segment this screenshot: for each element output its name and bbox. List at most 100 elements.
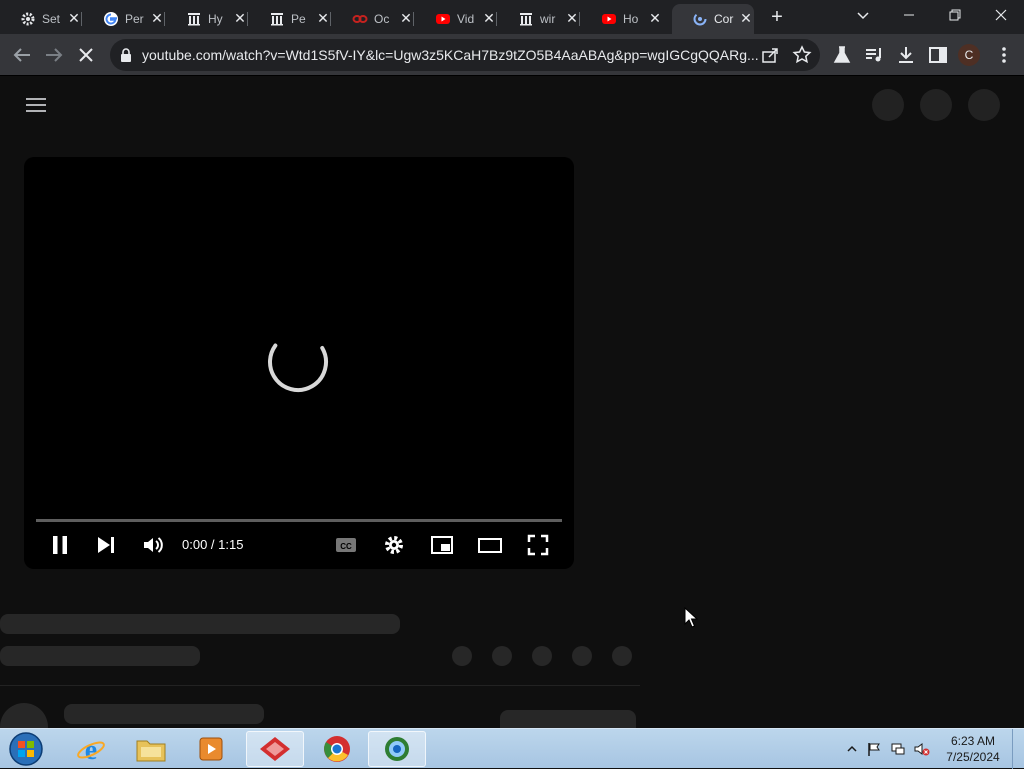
system-clock[interactable]: 6:23 AM 7/25/2024 [930,733,1016,765]
tab-separator [330,12,331,26]
close-icon[interactable]: ✕ [564,10,580,26]
youtube-icon [436,14,450,24]
tab-search-button[interactable] [840,0,886,30]
download-icon[interactable] [894,43,918,67]
gear-icon [21,12,35,26]
tab-title: Oc [374,12,390,26]
hamburger-menu-icon[interactable] [26,97,46,113]
section-divider [0,685,640,686]
taskbar-app-red[interactable] [246,731,304,767]
volume-muted-icon[interactable] [914,741,930,757]
address-bar[interactable]: youtube.com/watch?v=Wtd1S5fV-IY&lc=Ugw3z… [110,39,820,71]
next-icon[interactable] [94,533,118,557]
tab-library-2[interactable]: Pe ✕ [249,4,331,34]
tab-title: Cor [714,12,734,26]
tab-separator [81,12,82,26]
video-player[interactable]: 0:00 / 1:15 CC [24,157,574,569]
fullscreen-icon[interactable] [526,533,550,557]
taskbar-browser-active[interactable] [368,731,426,767]
media-player-icon [199,737,223,761]
minimize-button[interactable] [886,0,932,30]
media-controls-icon[interactable] [862,43,886,67]
tab-active[interactable]: Cor ✕ [672,4,754,34]
internet-explorer-icon: e [77,735,105,764]
labs-flask-icon[interactable] [830,43,854,67]
tab-separator [413,12,414,26]
tab-title: Per [125,12,144,26]
show-hidden-icons-icon[interactable] [844,741,860,757]
channel-skeleton [64,704,264,724]
show-desktop-button[interactable] [1012,729,1024,769]
restore-icon [949,9,961,21]
subtitle-skeleton [0,646,200,666]
close-icon[interactable]: ✕ [232,10,248,26]
tab-separator [164,12,165,26]
taskbar-explorer[interactable] [122,731,180,767]
close-icon[interactable]: ✕ [66,10,82,26]
clock-date: 7/25/2024 [946,750,1000,764]
close-icon[interactable]: ✕ [149,10,165,26]
progress-bar[interactable] [36,519,562,522]
back-icon[interactable] [10,43,34,67]
youtube-icon [602,14,616,24]
chrome-icon [324,736,350,762]
tab-strip: Set ✕ Per ✕ Hy ✕ Pe ✕ Oc ✕ Vid ✕ wir ✕ H… [0,0,1024,34]
tab-google[interactable]: Per ✕ [83,4,165,34]
stop-loading-icon[interactable] [74,43,98,67]
forward-icon[interactable] [42,43,66,67]
taskbar-ie[interactable]: e [62,731,120,767]
windows-start-icon[interactable] [6,731,46,767]
placeholder-circle [872,89,904,121]
volume-icon[interactable] [141,533,165,557]
share-icon[interactable] [760,45,780,65]
network-icon[interactable] [890,741,906,757]
folder-icon [136,740,166,762]
bookmark-star-icon[interactable] [792,45,812,65]
tab-library-1[interactable]: Hy ✕ [166,4,248,34]
library-icon [520,13,532,26]
close-icon[interactable]: ✕ [481,10,497,26]
windows-taskbar: e 6:23 AM 7/25/2024 [0,728,1024,769]
close-icon[interactable]: ✕ [647,10,663,26]
tab-oc[interactable]: Oc ✕ [332,4,414,34]
youtube-page: 0:00 / 1:15 CC [0,77,1024,751]
close-icon[interactable]: ✕ [738,10,754,26]
side-panel-icon[interactable] [926,43,950,67]
lock-icon[interactable] [120,48,132,62]
captions-icon[interactable]: CC [334,533,358,557]
pause-icon[interactable] [48,533,72,557]
taskbar-chrome[interactable] [308,731,366,767]
tab-library-3[interactable]: wir ✕ [498,4,580,34]
tab-title: Pe [291,12,306,26]
red-app-icon [260,737,290,761]
close-icon[interactable]: ✕ [315,10,331,26]
taskbar-media-player[interactable] [182,731,240,767]
restore-button[interactable] [932,0,978,30]
new-tab-button[interactable]: + [764,6,790,28]
close-icon[interactable]: ✕ [398,10,414,26]
tab-separator [496,12,497,26]
svg-text:CC: CC [340,542,352,551]
settings-gear-icon[interactable] [382,533,406,557]
action-skeleton-dot [612,646,632,666]
tab-separator [247,12,248,26]
google-icon [104,12,118,26]
tab-youtube-2[interactable]: Ho ✕ [581,4,663,34]
miniplayer-icon[interactable] [430,533,454,557]
kebab-menu-icon[interactable] [996,44,1012,66]
tab-youtube-1[interactable]: Vid ✕ [415,4,497,34]
close-window-button[interactable] [978,0,1024,30]
action-center-flag-icon[interactable] [866,741,882,757]
url-text[interactable]: youtube.com/watch?v=Wtd1S5fV-IY&lc=Ugw3z… [142,47,762,63]
tab-title: Vid [457,12,475,26]
profile-avatar[interactable]: C [958,44,980,66]
placeholder-circle [920,89,952,121]
theater-mode-icon[interactable] [478,533,502,557]
loading-spinner-icon [268,332,328,392]
browser-toolbar: youtube.com/watch?v=Wtd1S5fV-IY&lc=Ugw3z… [0,34,1024,76]
title-skeleton [0,614,400,634]
library-icon [271,13,283,26]
tab-settings[interactable]: Set ✕ [0,4,82,34]
tab-separator [579,12,580,26]
minimize-icon [904,14,914,16]
